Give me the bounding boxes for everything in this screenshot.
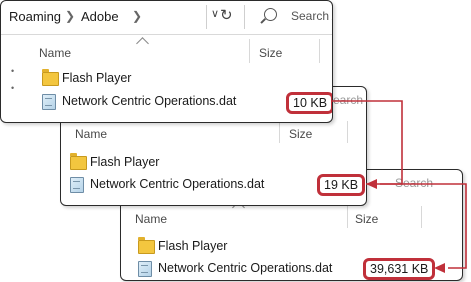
growth-arrows — [331, 100, 467, 273]
arrow-connector — [366, 183, 467, 269]
arrow-connector — [331, 100, 403, 185]
arrow-head-icon — [434, 263, 445, 273]
